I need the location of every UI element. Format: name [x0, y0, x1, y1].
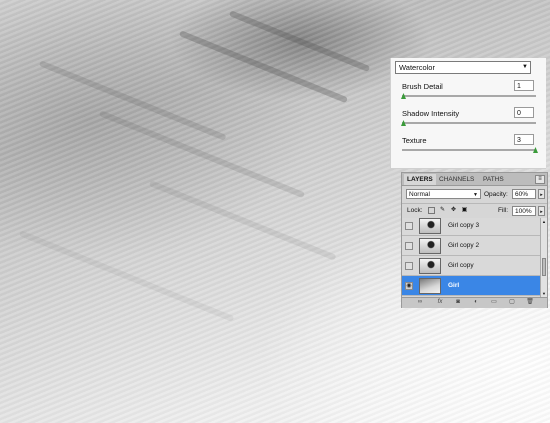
layer-thumbnail	[419, 238, 441, 254]
fill-label: Fill:	[498, 207, 509, 214]
link-icon[interactable]: ∞	[416, 299, 424, 306]
layer-row-girl-copy-2[interactable]: Girl copy 2	[402, 236, 540, 256]
tab-channels[interactable]: CHANNELS	[436, 174, 477, 185]
texture-slider[interactable]	[402, 147, 538, 153]
texture-slider-thumb[interactable]	[533, 147, 538, 153]
lock-paint-icon[interactable]: ✎	[439, 207, 446, 214]
layers-panel: LAYERS CHANNELS PATHS ≡ Normal ▼ Opacity…	[401, 172, 548, 308]
watercolor-filter-panel: Watercolor ▼ Brush Detail 1 Shadow Inten…	[390, 58, 546, 169]
tab-paths[interactable]: PATHS	[480, 174, 507, 185]
fill-field[interactable]: 100%	[512, 206, 536, 216]
layer-thumbnail	[419, 258, 441, 274]
adjustment-icon[interactable]: ◐	[472, 299, 480, 306]
layer-name: Girl copy 2	[448, 242, 480, 249]
paint-streak	[148, 180, 337, 261]
layers-bottom-toolbar: ∞ fx ◙ ◐ ▭ ▢ 🗑	[402, 297, 547, 308]
lock-transparency-icon[interactable]	[428, 207, 435, 214]
panel-tabs: LAYERS CHANNELS PATHS ≡	[402, 173, 547, 186]
texture-control: Texture 3	[402, 134, 538, 153]
visibility-toggle[interactable]	[405, 222, 413, 230]
new-layer-icon[interactable]: ▢	[508, 299, 516, 306]
visibility-toggle[interactable]	[405, 242, 413, 250]
brush-detail-slider-thumb[interactable]	[401, 93, 406, 99]
eye-icon[interactable]: ◉	[405, 282, 413, 290]
lock-label: Lock:	[407, 207, 423, 214]
shadow-intensity-slider[interactable]	[401, 120, 536, 126]
layer-row-girl-copy-3[interactable]: Girl copy 3	[402, 218, 540, 236]
blend-mode-dropdown[interactable]: Normal ▼	[406, 189, 481, 199]
chevron-down-icon: ▼	[473, 192, 478, 198]
layer-thumbnail	[419, 278, 441, 294]
filter-dropdown[interactable]: Watercolor ▼	[395, 61, 531, 74]
paint-streak	[178, 30, 349, 104]
chevron-down-icon: ▼	[522, 64, 528, 70]
scrollbar-thumb[interactable]	[542, 258, 546, 276]
lock-row: Lock: ✎ ✥ ▣ Fill: 100% ▸	[402, 203, 547, 219]
paint-streak	[98, 110, 306, 199]
scroll-up-icon[interactable]: ▲	[541, 218, 547, 225]
layer-name: Girl copy	[448, 262, 474, 269]
texture-field[interactable]: 3	[514, 134, 534, 145]
layer-list: Girl copy 3 Girl copy 2 Girl copy ◉ Girl	[402, 218, 540, 298]
shadow-intensity-slider-thumb[interactable]	[401, 120, 406, 126]
opacity-arrow-icon[interactable]: ▸	[538, 189, 545, 199]
brush-detail-control: Brush Detail 1	[401, 80, 536, 99]
lock-move-icon[interactable]: ✥	[450, 207, 457, 214]
layer-name: Girl copy 3	[448, 222, 480, 229]
layer-thumbnail	[419, 218, 441, 234]
visibility-toggle[interactable]	[405, 262, 413, 270]
layer-name: Girl	[448, 282, 460, 289]
lock-all-icon[interactable]: ▣	[461, 207, 468, 214]
brush-detail-label: Brush Detail	[402, 82, 443, 91]
paint-streak	[18, 230, 235, 322]
scroll-down-icon[interactable]: ▼	[541, 290, 547, 297]
brush-detail-field[interactable]: 1	[514, 80, 534, 91]
shadow-intensity-field[interactable]: 0	[514, 107, 534, 118]
layer-row-girl[interactable]: ◉ Girl	[402, 276, 540, 296]
blend-mode-value: Normal	[409, 191, 430, 198]
filter-dropdown-value: Watercolor	[399, 63, 435, 72]
trash-icon[interactable]: 🗑	[526, 299, 534, 306]
panel-menu-icon[interactable]: ≡	[535, 175, 545, 184]
fill-arrow-icon[interactable]: ▸	[538, 206, 545, 216]
layer-list-scrollbar[interactable]: ▲ ▼	[540, 218, 547, 298]
opacity-field[interactable]: 60%	[512, 189, 536, 199]
layer-row-girl-copy[interactable]: Girl copy	[402, 256, 540, 276]
texture-label: Texture	[402, 136, 427, 145]
opacity-label: Opacity:	[484, 191, 508, 198]
fx-icon[interactable]: fx	[436, 299, 444, 306]
shadow-intensity-control: Shadow Intensity 0	[401, 107, 536, 126]
shadow-intensity-label: Shadow Intensity	[402, 109, 460, 118]
brush-detail-slider[interactable]	[401, 93, 536, 99]
mask-icon[interactable]: ◙	[454, 299, 462, 306]
tab-layers[interactable]: LAYERS	[404, 174, 436, 185]
group-icon[interactable]: ▭	[490, 299, 498, 306]
